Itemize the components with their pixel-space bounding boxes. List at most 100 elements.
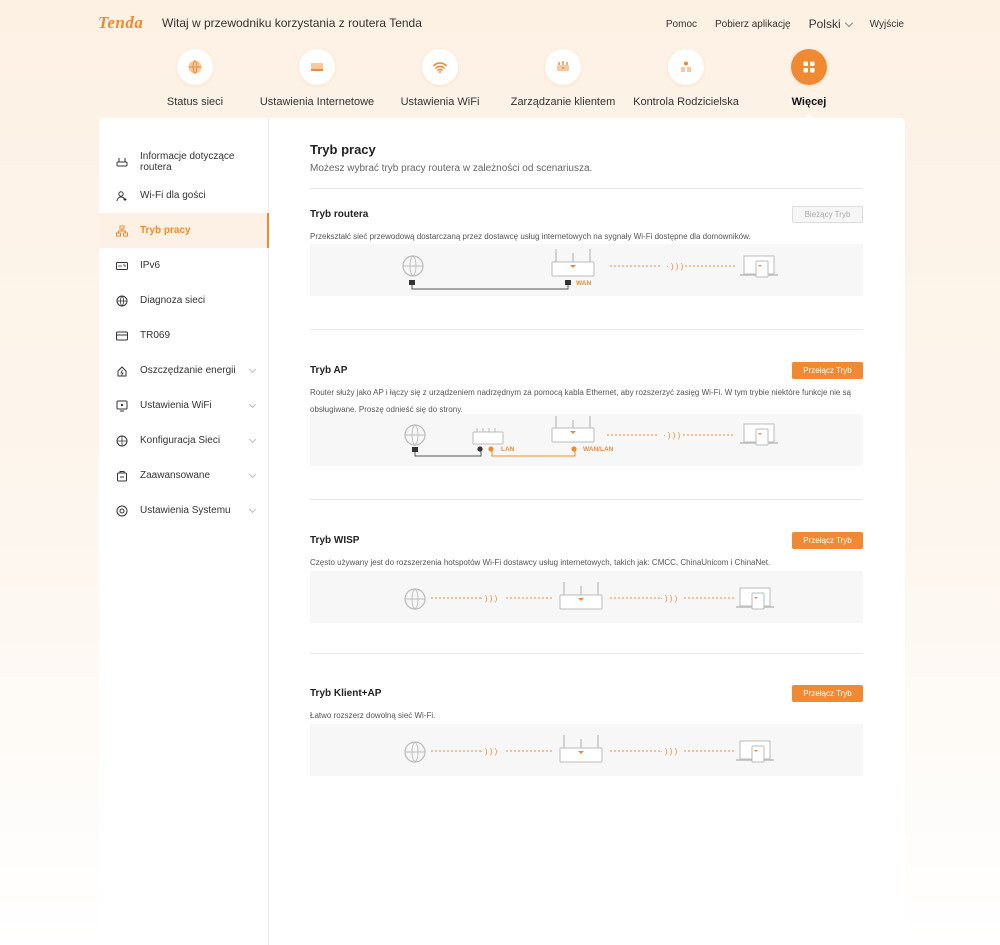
router-info-icon bbox=[116, 157, 128, 166]
language-label: Polski bbox=[808, 17, 841, 31]
svg-text:· ) ) ): · ) ) ) bbox=[660, 747, 678, 756]
advanced-icon bbox=[117, 470, 127, 481]
energy-icon bbox=[117, 365, 127, 376]
sidebar-item-oszczedzanie-energii[interactable]: Oszczędzanie energii bbox=[99, 353, 269, 388]
content-card: Informacje dotyczące routera Wi-Fi dla g… bbox=[99, 118, 905, 945]
mode-title: Tryb AP bbox=[310, 365, 348, 376]
cable-plug bbox=[409, 280, 415, 285]
network-config-icon bbox=[116, 435, 128, 446]
sidebar-item-zaawansowane[interactable]: Zaawansowane bbox=[99, 458, 269, 493]
ipv6-icon bbox=[116, 261, 128, 270]
welcome-text: Witaj w przewodniku korzystania z router… bbox=[162, 16, 422, 30]
sidebar-item-label: Ustawienia WiFi bbox=[140, 400, 212, 411]
page-subtitle: Możesz wybrać tryb pracy routera w zależ… bbox=[310, 163, 593, 174]
sidebar-item-ustawienia-wifi[interactable]: Ustawienia WiFi bbox=[99, 388, 269, 423]
sidebar-item-label: Oszczędzanie energii bbox=[140, 365, 236, 376]
chevron-down-icon bbox=[248, 365, 257, 373]
globe-diagnostic-icon bbox=[116, 295, 128, 306]
svg-text:· ) ) ): · ) ) ) bbox=[663, 431, 681, 440]
mode-title: Tryb Klient+AP bbox=[310, 688, 382, 699]
router-mode-diagram: · ) ) ) WAN bbox=[310, 244, 863, 296]
download-app-link[interactable]: Pobierz aplikację bbox=[715, 19, 791, 30]
wan-lan-label: WAN/LAN bbox=[583, 446, 614, 453]
logout-link[interactable]: Wyjście bbox=[870, 19, 904, 30]
svg-text:· ) ) ): · ) ) ) bbox=[660, 594, 678, 603]
laptop-phone-icon bbox=[736, 740, 774, 763]
lan-label: LAN bbox=[501, 446, 515, 453]
sidebar-item-label: Tryb pracy bbox=[140, 225, 191, 236]
switch-mode-button[interactable]: Przełącz Tryb bbox=[792, 362, 863, 379]
ap-mode-diagram: · ) ) ) LAN WAN/LAN bbox=[310, 414, 863, 466]
router-device-icon bbox=[551, 249, 595, 277]
laptop-phone-icon bbox=[736, 587, 774, 610]
sidebar-item-ustawienia-systemu[interactable]: Ustawienia Systemu bbox=[99, 493, 269, 528]
help-link[interactable]: Pomoc bbox=[666, 19, 697, 30]
cable-plug bbox=[477, 446, 483, 452]
router-device-icon bbox=[559, 582, 603, 610]
mode-description: Łatwo rozszerz dowolną sieć Wi-Fi. bbox=[310, 711, 436, 720]
main-nav: Status sieci Ustawienia Internetowe Usta… bbox=[0, 46, 1000, 120]
router-device-icon bbox=[559, 735, 603, 763]
router-icon bbox=[299, 49, 335, 85]
page-title: Tryb pracy bbox=[310, 142, 376, 157]
divider bbox=[310, 188, 863, 189]
sidebar-item-router-info[interactable]: Informacje dotyczące routera bbox=[99, 144, 269, 179]
divider bbox=[310, 329, 863, 330]
sidebar-item-label: Konfiguracja Sieci bbox=[140, 435, 221, 446]
tenda-logo[interactable]: Tenda bbox=[98, 13, 143, 33]
router-device-icon bbox=[551, 416, 595, 443]
globe-icon bbox=[177, 49, 213, 85]
wifi-settings-icon bbox=[116, 400, 128, 411]
mode-title: Tryb WISP bbox=[310, 535, 360, 546]
grid-icon bbox=[791, 49, 827, 85]
wifi-icon bbox=[422, 49, 458, 85]
sidebar-item-diagnoza-sieci[interactable]: Diagnoza sieci bbox=[99, 283, 269, 318]
mode-title: Tryb routera bbox=[310, 209, 369, 220]
wan-lan-port-marker bbox=[571, 446, 577, 452]
guest-user-icon bbox=[116, 190, 127, 201]
chevron-down-icon bbox=[248, 435, 257, 443]
top-bar: Tenda Witaj w przewodniku korzystania z … bbox=[0, 0, 1000, 46]
mode-network-icon bbox=[116, 225, 128, 236]
wan-label: WAN bbox=[576, 280, 591, 287]
current-mode-button[interactable]: Bieżący Tryb bbox=[792, 206, 863, 223]
upstream-router-icon bbox=[472, 428, 504, 445]
sidebar-item-label: Wi-Fi dla gości bbox=[140, 190, 206, 201]
sidebar-item-ipv6[interactable]: IPv6 bbox=[99, 248, 269, 283]
tr069-icon bbox=[116, 331, 128, 340]
mode-description: Router służy jako AP i łączy się z urząd… bbox=[310, 388, 851, 414]
svg-text:· ) ) ): · ) ) ) bbox=[480, 594, 498, 603]
sidebar-item-guest-wifi[interactable]: Wi-Fi dla gości bbox=[99, 178, 269, 213]
laptop-phone-icon bbox=[740, 423, 778, 446]
cable-plug bbox=[412, 447, 418, 452]
switch-mode-button[interactable]: Przełącz Tryb bbox=[792, 685, 863, 702]
sidebar-item-label: Ustawienia Systemu bbox=[140, 505, 231, 516]
devices-icon bbox=[545, 49, 581, 85]
system-settings-icon bbox=[116, 505, 128, 516]
sidebar-item-label: IPv6 bbox=[140, 260, 161, 271]
laptop-phone-icon bbox=[740, 255, 778, 278]
divider bbox=[310, 653, 863, 654]
sidebar-item-label: Diagnoza sieci bbox=[140, 295, 206, 306]
switch-mode-button[interactable]: Przełącz Tryb bbox=[792, 532, 863, 549]
sidebar-item-label: Informacje dotyczące routera bbox=[140, 150, 235, 173]
top-links: Pomoc Pobierz aplikację Polski Wyjście bbox=[666, 17, 904, 31]
family-icon bbox=[668, 49, 704, 85]
sidebar-item-label: Zaawansowane bbox=[140, 470, 211, 481]
sidebar-item-tryb-pracy[interactable]: Tryb pracy bbox=[99, 213, 269, 248]
chevron-down-icon bbox=[248, 470, 257, 478]
language-select[interactable]: Polski bbox=[808, 17, 853, 31]
svg-text:· ) ) ): · ) ) ) bbox=[480, 747, 498, 756]
sidebar-item-konfiguracja-sieci[interactable]: Konfiguracja Sieci bbox=[99, 423, 269, 458]
mode-description: Często używany jest do rozszerzenia hots… bbox=[310, 558, 771, 567]
sidebar-item-tr069[interactable]: TR069 bbox=[99, 318, 269, 353]
nav-wiecej[interactable]: Więcej bbox=[734, 46, 884, 120]
client-ap-mode-diagram: · ) ) ) · ) ) ) bbox=[310, 724, 863, 776]
sidebar-item-label: TR069 bbox=[140, 330, 171, 341]
sidebar: Informacje dotyczące routera Wi-Fi dla g… bbox=[99, 118, 269, 945]
divider bbox=[310, 499, 863, 500]
mode-description: Przekształć sieć przewodową dostarczaną … bbox=[310, 232, 751, 241]
svg-text:· ) ) ): · ) ) ) bbox=[666, 262, 684, 271]
chevron-down-icon bbox=[248, 505, 257, 513]
lan-port-marker bbox=[488, 446, 494, 452]
